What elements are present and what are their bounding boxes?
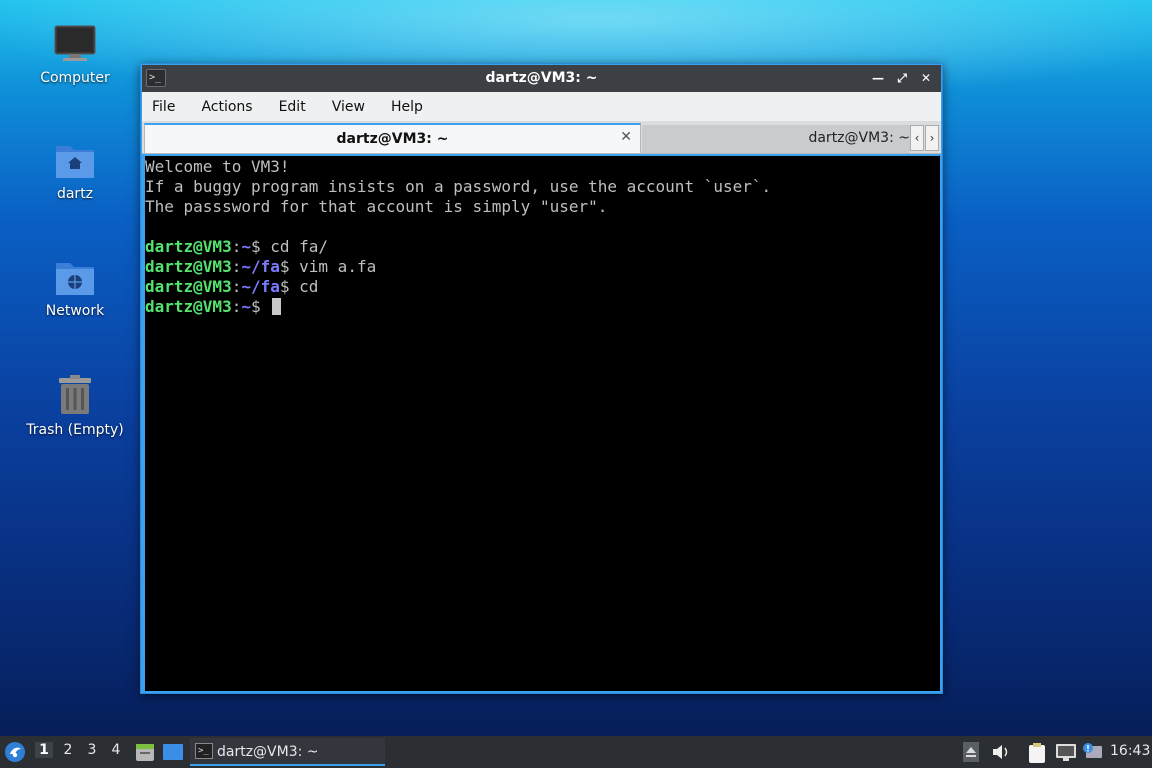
prompt-path: ~/fa: [241, 277, 280, 296]
prompt-command: vim a.fa: [289, 257, 377, 276]
show-desktop-icon[interactable]: [162, 743, 184, 761]
workspace-3[interactable]: 3: [83, 742, 101, 758]
prompt-colon: :: [231, 277, 242, 296]
prompt-user: dartz@VM3: [145, 297, 232, 316]
window-title: dartz@VM3: ~: [485, 70, 598, 86]
prompt-command: cd: [289, 277, 319, 296]
tab-inactive[interactable]: dartz@VM3: ~: [642, 125, 910, 153]
tab-active[interactable]: dartz@VM3: ~ ✕: [144, 123, 641, 153]
network-status-icon[interactable]: [1055, 742, 1077, 762]
workspace-1[interactable]: 1: [35, 742, 53, 758]
window-controls: — ⤢ ✕: [869, 69, 935, 87]
terminal-line: If a buggy program insists on a password…: [145, 177, 772, 196]
desktop-icon-network[interactable]: Network: [20, 257, 130, 319]
menu-actions[interactable]: Actions: [201, 99, 252, 115]
tab-label: dartz@VM3: ~: [808, 130, 910, 146]
terminal-line: The passsword for that account is simply…: [145, 197, 608, 216]
clipboard-icon[interactable]: [1027, 742, 1047, 764]
prompt-colon: :: [231, 257, 242, 276]
desktop-icon-label: Trash (Empty): [26, 422, 124, 438]
terminal-line: Welcome to VM3!: [145, 157, 290, 176]
menu-view[interactable]: View: [332, 99, 365, 115]
desktop-icon-trash[interactable]: Trash (Empty): [20, 374, 130, 438]
terminal-prompt-line: dartz@VM3:~/fa$ cd: [145, 277, 940, 297]
terminal-window: >_ dartz@VM3: ~ — ⤢ ✕ File Actions Edit …: [140, 63, 943, 694]
prompt-path: ~: [241, 297, 251, 316]
eject-icon[interactable]: [963, 742, 979, 762]
menu-edit[interactable]: Edit: [279, 99, 306, 115]
network-folder-icon: [56, 263, 94, 295]
prompt-user: dartz@VM3: [145, 237, 232, 256]
task-label: dartz@VM3: ~: [217, 744, 319, 760]
notification-icon[interactable]: [1082, 742, 1104, 762]
desktop-icon-label: Network: [45, 303, 105, 319]
tab-bar: dartz@VM3: ~ ✕ dartz@VM3: ~ ‹ ›: [142, 121, 941, 154]
start-menu-icon[interactable]: [4, 741, 26, 763]
taskbar-task-terminal[interactable]: >_ dartz@VM3: ~: [190, 738, 385, 766]
terminal-prompt-line: dartz@VM3:~$ cd fa/: [145, 237, 940, 257]
prompt-user: dartz@VM3: [145, 257, 232, 276]
file-manager-icon[interactable]: [134, 741, 156, 763]
clock[interactable]: 16:43: [1110, 743, 1150, 759]
terminal-prompt-line: dartz@VM3:~/fa$ vim a.fa: [145, 257, 940, 277]
prompt-user: dartz@VM3: [145, 277, 232, 296]
desktop-icon-computer[interactable]: Computer: [20, 24, 130, 86]
workspace-4[interactable]: 4: [107, 742, 125, 758]
workspace-2[interactable]: 2: [59, 742, 77, 758]
tab-label: dartz@VM3: ~: [336, 131, 449, 147]
prompt-command: cd fa/: [260, 237, 329, 256]
prompt-dollar: $: [279, 257, 290, 276]
menubar: File Actions Edit View Help: [142, 92, 941, 121]
prompt-command: [261, 297, 271, 316]
close-icon[interactable]: ✕: [917, 69, 935, 87]
tab-close-icon[interactable]: ✕: [620, 129, 632, 145]
prompt-path: ~/fa: [241, 257, 280, 276]
desktop-icon-label: dartz: [56, 186, 94, 202]
desktop-icon-label: Computer: [40, 70, 110, 86]
terminal-cursor: [272, 298, 282, 315]
taskbar: 1 2 3 4 >_ dartz@VM3: ~ 16:43: [0, 736, 1152, 768]
home-folder-icon: [56, 146, 94, 178]
menu-file[interactable]: File: [152, 99, 175, 115]
terminal-app-icon: >_: [195, 743, 213, 759]
prompt-dollar: $: [250, 237, 261, 256]
prompt-path: ~: [241, 237, 251, 256]
window-titlebar[interactable]: >_ dartz@VM3: ~ — ⤢ ✕: [142, 65, 941, 92]
tab-scroll-left-icon[interactable]: ‹: [910, 125, 924, 151]
desktop-icon-home[interactable]: dartz: [20, 140, 130, 202]
prompt-dollar: $: [250, 297, 261, 316]
prompt-colon: :: [231, 297, 242, 316]
trash-icon: [59, 375, 91, 414]
volume-icon[interactable]: [991, 742, 1011, 762]
terminal-output[interactable]: Welcome to VM3! If a buggy program insis…: [145, 156, 940, 691]
prompt-colon: :: [231, 237, 242, 256]
prompt-dollar: $: [279, 277, 290, 296]
minimize-icon[interactable]: —: [869, 69, 887, 87]
menu-help[interactable]: Help: [391, 99, 423, 115]
computer-icon: [54, 25, 96, 61]
terminal-prompt-line: dartz@VM3:~$: [145, 297, 940, 317]
tab-scroll-right-icon[interactable]: ›: [925, 125, 939, 151]
maximize-icon[interactable]: ⤢: [893, 69, 911, 87]
